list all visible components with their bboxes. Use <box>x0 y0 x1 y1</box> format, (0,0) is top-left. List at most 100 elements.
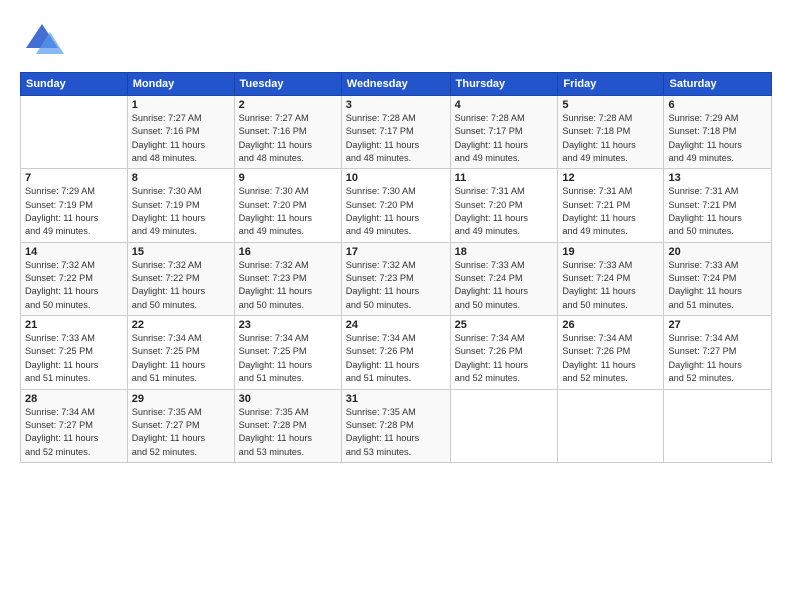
day-info: Sunrise: 7:28 AMSunset: 7:17 PMDaylight:… <box>346 112 446 165</box>
day-number: 3 <box>346 99 446 111</box>
day-info: Sunrise: 7:30 AMSunset: 7:20 PMDaylight:… <box>346 185 446 238</box>
day-info: Sunrise: 7:34 AMSunset: 7:26 PMDaylight:… <box>346 332 446 385</box>
day-number: 19 <box>562 246 659 258</box>
day-number: 22 <box>132 319 230 331</box>
header-cell-tuesday: Tuesday <box>234 73 341 96</box>
day-info: Sunrise: 7:31 AMSunset: 7:21 PMDaylight:… <box>668 185 767 238</box>
day-number: 1 <box>132 99 230 111</box>
week-row-4: 28Sunrise: 7:34 AMSunset: 7:27 PMDayligh… <box>21 389 772 462</box>
header-cell-thursday: Thursday <box>450 73 558 96</box>
day-cell: 5Sunrise: 7:28 AMSunset: 7:18 PMDaylight… <box>558 96 664 169</box>
logo <box>20 18 64 62</box>
day-cell: 20Sunrise: 7:33 AMSunset: 7:24 PMDayligh… <box>664 242 772 315</box>
day-info: Sunrise: 7:30 AMSunset: 7:20 PMDaylight:… <box>239 185 337 238</box>
day-cell: 16Sunrise: 7:32 AMSunset: 7:23 PMDayligh… <box>234 242 341 315</box>
day-number: 21 <box>25 319 123 331</box>
day-number: 23 <box>239 319 337 331</box>
day-number: 18 <box>455 246 554 258</box>
day-cell: 8Sunrise: 7:30 AMSunset: 7:19 PMDaylight… <box>127 169 234 242</box>
day-cell: 19Sunrise: 7:33 AMSunset: 7:24 PMDayligh… <box>558 242 664 315</box>
day-cell: 14Sunrise: 7:32 AMSunset: 7:22 PMDayligh… <box>21 242 128 315</box>
day-number: 24 <box>346 319 446 331</box>
day-cell <box>664 389 772 462</box>
day-number: 30 <box>239 393 337 405</box>
day-number: 29 <box>132 393 230 405</box>
day-cell: 26Sunrise: 7:34 AMSunset: 7:26 PMDayligh… <box>558 316 664 389</box>
header-cell-monday: Monday <box>127 73 234 96</box>
day-number: 26 <box>562 319 659 331</box>
week-row-1: 7Sunrise: 7:29 AMSunset: 7:19 PMDaylight… <box>21 169 772 242</box>
day-number: 8 <box>132 172 230 184</box>
day-info: Sunrise: 7:32 AMSunset: 7:22 PMDaylight:… <box>25 259 123 312</box>
day-info: Sunrise: 7:29 AMSunset: 7:18 PMDaylight:… <box>668 112 767 165</box>
header <box>20 18 772 62</box>
day-number: 4 <box>455 99 554 111</box>
day-number: 17 <box>346 246 446 258</box>
day-cell: 22Sunrise: 7:34 AMSunset: 7:25 PMDayligh… <box>127 316 234 389</box>
day-number: 27 <box>668 319 767 331</box>
day-info: Sunrise: 7:34 AMSunset: 7:27 PMDaylight:… <box>668 332 767 385</box>
day-number: 11 <box>455 172 554 184</box>
day-cell: 12Sunrise: 7:31 AMSunset: 7:21 PMDayligh… <box>558 169 664 242</box>
header-cell-wednesday: Wednesday <box>341 73 450 96</box>
header-cell-saturday: Saturday <box>664 73 772 96</box>
day-info: Sunrise: 7:31 AMSunset: 7:21 PMDaylight:… <box>562 185 659 238</box>
day-number: 28 <box>25 393 123 405</box>
day-info: Sunrise: 7:28 AMSunset: 7:17 PMDaylight:… <box>455 112 554 165</box>
day-number: 2 <box>239 99 337 111</box>
day-info: Sunrise: 7:34 AMSunset: 7:27 PMDaylight:… <box>25 406 123 459</box>
week-row-2: 14Sunrise: 7:32 AMSunset: 7:22 PMDayligh… <box>21 242 772 315</box>
day-cell: 10Sunrise: 7:30 AMSunset: 7:20 PMDayligh… <box>341 169 450 242</box>
day-number: 16 <box>239 246 337 258</box>
day-info: Sunrise: 7:35 AMSunset: 7:28 PMDaylight:… <box>346 406 446 459</box>
day-number: 10 <box>346 172 446 184</box>
day-info: Sunrise: 7:31 AMSunset: 7:20 PMDaylight:… <box>455 185 554 238</box>
day-cell: 3Sunrise: 7:28 AMSunset: 7:17 PMDaylight… <box>341 96 450 169</box>
day-cell: 25Sunrise: 7:34 AMSunset: 7:26 PMDayligh… <box>450 316 558 389</box>
day-info: Sunrise: 7:30 AMSunset: 7:19 PMDaylight:… <box>132 185 230 238</box>
day-info: Sunrise: 7:27 AMSunset: 7:16 PMDaylight:… <box>239 112 337 165</box>
day-cell: 18Sunrise: 7:33 AMSunset: 7:24 PMDayligh… <box>450 242 558 315</box>
day-info: Sunrise: 7:32 AMSunset: 7:23 PMDaylight:… <box>346 259 446 312</box>
day-info: Sunrise: 7:34 AMSunset: 7:26 PMDaylight:… <box>455 332 554 385</box>
day-cell <box>21 96 128 169</box>
day-cell <box>450 389 558 462</box>
day-cell: 11Sunrise: 7:31 AMSunset: 7:20 PMDayligh… <box>450 169 558 242</box>
day-number: 20 <box>668 246 767 258</box>
day-number: 25 <box>455 319 554 331</box>
day-cell <box>558 389 664 462</box>
day-cell: 1Sunrise: 7:27 AMSunset: 7:16 PMDaylight… <box>127 96 234 169</box>
day-info: Sunrise: 7:33 AMSunset: 7:24 PMDaylight:… <box>455 259 554 312</box>
day-cell: 6Sunrise: 7:29 AMSunset: 7:18 PMDaylight… <box>664 96 772 169</box>
header-cell-friday: Friday <box>558 73 664 96</box>
day-number: 13 <box>668 172 767 184</box>
day-info: Sunrise: 7:28 AMSunset: 7:18 PMDaylight:… <box>562 112 659 165</box>
day-cell: 27Sunrise: 7:34 AMSunset: 7:27 PMDayligh… <box>664 316 772 389</box>
day-number: 15 <box>132 246 230 258</box>
day-cell: 4Sunrise: 7:28 AMSunset: 7:17 PMDaylight… <box>450 96 558 169</box>
day-info: Sunrise: 7:33 AMSunset: 7:24 PMDaylight:… <box>562 259 659 312</box>
day-number: 12 <box>562 172 659 184</box>
week-row-0: 1 Sunrise: 7:27 AMSunset: 7:16 PMDaylight… <box>21 96 772 169</box>
day-info: Sunrise: 7:34 AMSunset: 7:25 PMDaylight:… <box>132 332 230 385</box>
day-info: Sunrise: 7:35 AMSunset: 7:27 PMDaylight:… <box>132 406 230 459</box>
day-number: 9 <box>239 172 337 184</box>
day-info: Sunrise: 7:35 AMSunset: 7:28 PMDaylight:… <box>239 406 337 459</box>
day-cell: 28Sunrise: 7:34 AMSunset: 7:27 PMDayligh… <box>21 389 128 462</box>
day-cell: 13Sunrise: 7:31 AMSunset: 7:21 PMDayligh… <box>664 169 772 242</box>
day-number: 14 <box>25 246 123 258</box>
day-cell: 7Sunrise: 7:29 AMSunset: 7:19 PMDaylight… <box>21 169 128 242</box>
page: SundayMondayTuesdayWednesdayThursdayFrid… <box>0 0 792 612</box>
calendar-body: 1 Sunrise: 7:27 AMSunset: 7:16 PMDaylight… <box>21 96 772 463</box>
day-info: Sunrise: 7:34 AMSunset: 7:25 PMDaylight:… <box>239 332 337 385</box>
day-number: 7 <box>25 172 123 184</box>
day-cell: 21Sunrise: 7:33 AMSunset: 7:25 PMDayligh… <box>21 316 128 389</box>
day-info: Sunrise: 7:33 AMSunset: 7:25 PMDaylight:… <box>25 332 123 385</box>
day-info: Sunrise: 7:32 AMSunset: 7:23 PMDaylight:… <box>239 259 337 312</box>
week-row-3: 21Sunrise: 7:33 AMSunset: 7:25 PMDayligh… <box>21 316 772 389</box>
header-cell-sunday: Sunday <box>21 73 128 96</box>
day-info: Sunrise: 7:34 AMSunset: 7:26 PMDaylight:… <box>562 332 659 385</box>
header-row: SundayMondayTuesdayWednesdayThursdayFrid… <box>21 73 772 96</box>
day-cell: 2Sunrise: 7:27 AMSunset: 7:16 PMDaylight… <box>234 96 341 169</box>
day-number: 6 <box>668 99 767 111</box>
